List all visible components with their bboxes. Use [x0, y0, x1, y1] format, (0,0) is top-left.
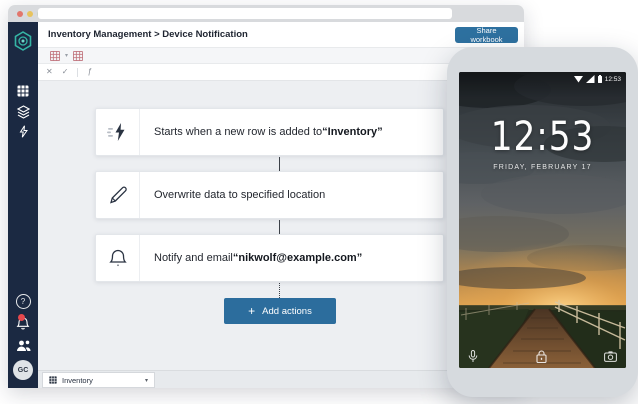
signal-icon — [586, 75, 595, 83]
plus-icon: + — [248, 305, 255, 317]
wifi-icon — [574, 75, 583, 83]
page: ? GC — [0, 0, 638, 404]
connector-line-1 — [279, 157, 280, 171]
address-bar[interactable] — [38, 8, 452, 19]
user-avatar[interactable]: GC — [13, 360, 33, 380]
layers-icon[interactable] — [8, 105, 38, 119]
lock-icon — [536, 350, 547, 363]
connector-line-dotted — [279, 283, 280, 298]
lock-date: FRIDAY, FEBRUARY 17 — [459, 164, 626, 171]
minimize-window-button[interactable] — [27, 11, 33, 17]
tab-label: Inventory — [62, 376, 140, 385]
share-workbook-button[interactable]: Share workbook — [455, 27, 518, 43]
formula-icon[interactable]: ƒ — [87, 68, 91, 76]
app-logo-icon[interactable] — [8, 30, 38, 52]
workbook-header: Inventory Management > Device Notificati… — [38, 22, 524, 48]
confirm-icon[interactable]: ✓ — [62, 68, 69, 76]
lock-time: 12:53 — [471, 114, 615, 160]
camera-icon — [604, 351, 617, 362]
status-bar-time: 12:53 — [605, 76, 621, 83]
phone-lock-screen: 12:53 12:53 FRIDAY, FEBRUARY 17 — [459, 72, 626, 368]
workflow-trigger-card[interactable]: Starts when a new row is added to “Inven… — [95, 108, 444, 156]
workflow-action-card-notify[interactable]: Notify and email “nikwolf@example.com” — [95, 234, 444, 282]
notification-badge — [18, 314, 25, 321]
sheet-tab-inventory[interactable]: Inventory ▾ — [42, 372, 155, 388]
app-sidebar: ? GC — [8, 22, 38, 388]
collaborators-icon[interactable] — [8, 339, 38, 352]
trigger-target: “Inventory” — [322, 126, 383, 138]
trigger-text: Starts when a new row is added to — [154, 126, 322, 138]
action-text: Overwrite data to specified location — [154, 189, 325, 201]
notify-email: “nikwolf@example.com” — [233, 252, 362, 264]
grid-sheet-icon[interactable] — [8, 85, 38, 97]
tab-menu-caret-icon[interactable]: ▾ — [145, 377, 148, 384]
automation-bolt-icon[interactable] — [8, 125, 38, 138]
notify-text: Notify and email — [154, 252, 233, 264]
bell-icon — [96, 235, 140, 281]
battery-icon — [598, 75, 602, 83]
help-glyph: ? — [21, 297, 25, 306]
add-actions-label: Add actions — [262, 306, 312, 317]
browser-chrome — [8, 5, 524, 22]
help-icon[interactable]: ? — [8, 294, 38, 309]
add-actions-button[interactable]: + Add actions — [224, 298, 336, 324]
close-window-button[interactable] — [17, 11, 23, 17]
lockscreen-shortcuts — [468, 350, 617, 363]
table-view-icon[interactable] — [73, 51, 83, 61]
trigger-bolt-icon — [96, 109, 140, 155]
toolbar-divider — [77, 68, 78, 77]
connector-line-2 — [279, 220, 280, 234]
phone-status-bar: 12:53 — [459, 72, 626, 86]
pencil-icon — [96, 172, 140, 218]
lockscreen-clock: 12:53 FRIDAY, FEBRUARY 17 — [459, 114, 626, 171]
cancel-icon[interactable]: ✕ — [46, 68, 53, 76]
breadcrumb-title: Inventory Management > Device Notificati… — [48, 29, 248, 40]
sheet-grid-icon — [49, 376, 57, 384]
notifications-bell-icon[interactable] — [8, 316, 38, 336]
view-caret-icon[interactable]: ▾ — [65, 52, 68, 59]
workflow-action-card-overwrite[interactable]: Overwrite data to specified location — [95, 171, 444, 219]
grid-view-icon[interactable] — [50, 51, 60, 61]
phone-mockup: 12:53 12:53 FRIDAY, FEBRUARY 17 — [447, 47, 638, 397]
microphone-icon — [468, 350, 478, 363]
